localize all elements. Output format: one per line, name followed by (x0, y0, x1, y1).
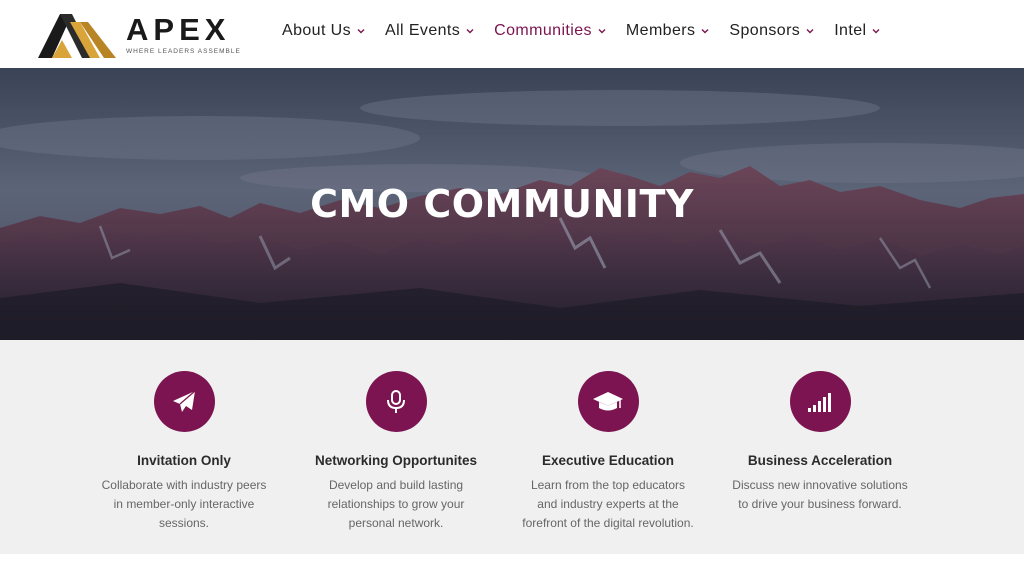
feature-description-line: Collaborate with industry peers (101, 478, 267, 492)
feature-description-line: to drive your business forward. (738, 497, 902, 511)
feature-description-line: personal network. (348, 516, 444, 530)
chevron-down-icon (805, 26, 815, 36)
feature-description-line: and industry experts at the (537, 497, 679, 511)
feature-description-line: relationships to grow your (327, 497, 465, 511)
feature-invitation-only: Invitation Only Collaborate with industr… (78, 371, 290, 533)
nav-item-label: Intel (834, 22, 867, 39)
feature-icon-circle (365, 371, 427, 432)
feature-icon-circle (789, 371, 851, 432)
nav-item-communities[interactable]: Communities (494, 22, 607, 40)
chevron-down-icon (465, 26, 475, 36)
feature-description: Discuss new innovative solutions to driv… (714, 476, 926, 514)
nav-item-label: About Us (282, 22, 352, 39)
feature-business-acceleration: Business Acceleration Discuss new innova… (714, 371, 926, 514)
feature-description-line: sessions. (158, 516, 210, 530)
chevron-down-icon (356, 26, 366, 36)
hero-banner: CMO COMMUNITY (0, 68, 1024, 340)
page-title: CMO COMMUNITY (310, 182, 694, 226)
feature-description: Collaborate with industry peers in membe… (78, 476, 290, 533)
nav-item-label: Communities (494, 22, 592, 39)
chevron-down-icon (871, 26, 881, 36)
feature-description-line: forefront of the digital revolution. (522, 516, 694, 530)
feature-networking: Networking Opportunites Develop and buil… (290, 371, 502, 533)
chevron-down-icon (597, 26, 607, 36)
feature-icon-circle (153, 371, 215, 432)
paper-plane-icon (173, 390, 196, 412)
nav-item-sponsors[interactable]: Sponsors (729, 22, 815, 40)
nav-item-all-events[interactable]: All Events (385, 22, 475, 40)
feature-description: Learn from the top educators and industr… (502, 476, 714, 533)
feature-description: Develop and build lasting relationships … (290, 476, 502, 533)
signal-bars-icon (808, 392, 831, 412)
site-header: APEX WHERE LEADERS ASSEMBLE About Us All… (0, 0, 1024, 68)
logo-name: APEX (126, 11, 231, 47)
feature-description-line: Discuss new innovative solutions (732, 478, 908, 492)
nav-item-about-us[interactable]: About Us (282, 22, 366, 40)
features-section: Invitation Only Collaborate with industr… (0, 340, 1024, 554)
feature-title: Business Acceleration (747, 453, 893, 468)
page-bottom-spacer (0, 554, 1024, 568)
nav-item-label: Sponsors (729, 22, 801, 39)
apex-logo-mark-icon (38, 14, 116, 58)
nav-item-label: All Events (385, 22, 461, 39)
main-nav: About Us All Events Communities Members … (282, 22, 900, 40)
feature-title: Networking Opportunites (315, 453, 477, 468)
feature-description-line: Develop and build lasting (328, 478, 464, 492)
feature-icon-circle (577, 371, 639, 432)
nav-item-intel[interactable]: Intel (834, 22, 881, 40)
feature-title: Executive Education (541, 453, 675, 468)
nav-item-members[interactable]: Members (626, 22, 710, 40)
microphone-icon (387, 389, 405, 413)
graduation-cap-icon (593, 391, 623, 410)
logo-tagline: WHERE LEADERS ASSEMBLE (126, 47, 241, 55)
apex-logo[interactable]: APEX WHERE LEADERS ASSEMBLE (38, 9, 258, 59)
nav-item-label: Members (625, 22, 696, 39)
chevron-down-icon (700, 26, 710, 36)
feature-description-line: Learn from the top educators (530, 478, 686, 492)
feature-description-line: in member-only interactive (113, 497, 255, 511)
feature-executive-education: Executive Education Learn from the top e… (502, 371, 714, 533)
feature-title: Invitation Only (137, 453, 231, 468)
